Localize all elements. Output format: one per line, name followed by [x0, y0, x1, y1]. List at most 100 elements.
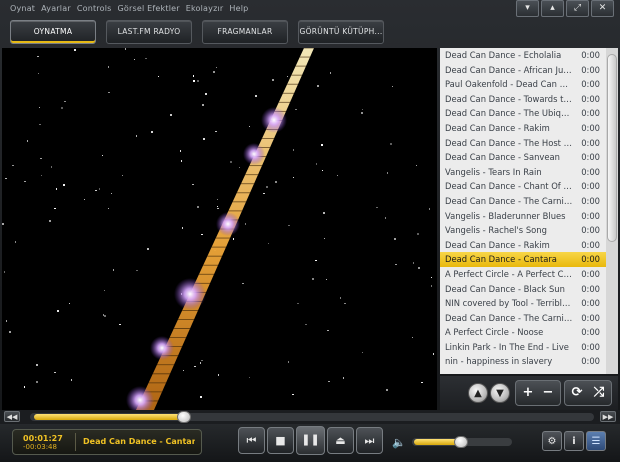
- track-duration: 0:00: [581, 152, 600, 163]
- volume-handle[interactable]: [454, 436, 469, 448]
- playlist-item[interactable]: Vangelis - Bladerunner Blues 0:00: [440, 209, 606, 224]
- track-duration: 0:00: [581, 210, 600, 221]
- track-duration: 0:00: [581, 283, 600, 294]
- track-title: A Perfect Circle - Noose: [445, 327, 544, 338]
- playlist-item[interactable]: Dead Can Dance - Rakim 0:00: [440, 238, 606, 253]
- playlist-item[interactable]: Dead Can Dance - The Ubiquitous 0:00: [440, 106, 606, 121]
- now-playing-title: Dead Can Dance - Cantara: [83, 437, 195, 446]
- menu-ekolayzir[interactable]: Ekolayzır: [186, 2, 224, 16]
- playlist-scrollbar[interactable]: [606, 48, 618, 374]
- seek-forward-button[interactable]: ▶▶: [600, 411, 616, 422]
- add-button[interactable]: +: [519, 384, 537, 402]
- track-title: Dead Can Dance - The Ubiquitous: [445, 108, 573, 119]
- playlist-item[interactable]: Vangelis - Rachel's Song 0:00: [440, 223, 606, 238]
- seek-handle[interactable]: [177, 411, 192, 423]
- settings-button[interactable]: ⚙: [542, 431, 562, 451]
- track-duration: 0:00: [581, 312, 600, 323]
- track-duration: 0:00: [581, 195, 600, 206]
- playlist-item-selected[interactable]: Dead Can Dance - Cantara 0:00: [440, 252, 606, 267]
- track-title: Vangelis - Bladerunner Blues: [445, 210, 566, 221]
- playlist-item[interactable]: Dead Can Dance - Chant Of The Paladin 0:0…: [440, 179, 606, 194]
- track-duration: 0:00: [581, 341, 600, 352]
- speaker-icon[interactable]: 🔈: [392, 436, 406, 449]
- playlist-item[interactable]: NIN covered by Tool - Terrible Lie 0:00: [440, 296, 606, 311]
- track-title: Dead Can Dance - The Carnival Is Over: [445, 195, 573, 206]
- track-duration: 0:00: [581, 50, 600, 60]
- seek-progress: [34, 414, 185, 420]
- tab-fragmanlar[interactable]: FRAGMANLAR: [202, 20, 288, 44]
- maximize-button[interactable]: ⤢: [566, 0, 589, 17]
- display-divider: [75, 433, 76, 451]
- playlist: Dead Can Dance - Echolalia 0:00 Dead Can D…: [440, 48, 606, 374]
- control-bar: 00:01:27 -00:03:48 Dead Can Dance - Cant…: [0, 424, 620, 462]
- seek-back-button[interactable]: ◀◀: [4, 411, 20, 422]
- playlist-item[interactable]: Paul Oakenfold - Dead Can Dance 0:00: [440, 77, 606, 92]
- playlist-item[interactable]: Dead Can Dance - Black Sun 0:00: [440, 282, 606, 297]
- track-duration: 0:00: [581, 122, 600, 133]
- menu-ayarlar[interactable]: Ayarlar: [41, 2, 71, 16]
- track-duration: 0:00: [581, 79, 600, 90]
- now-playing-display: 00:01:27 -00:03:48 Dead Can Dance - Cant…: [12, 429, 202, 455]
- move-down-button[interactable]: ▼: [490, 383, 510, 403]
- info-button[interactable]: i: [564, 431, 584, 451]
- track-title: Vangelis - Tears In Rain: [445, 166, 542, 177]
- track-title: Dead Can Dance - Sanvean: [445, 152, 560, 163]
- playlist-item[interactable]: Vangelis - Tears In Rain 0:00: [440, 165, 606, 180]
- playlist-item[interactable]: nin - happiness in slavery 0:00: [440, 354, 606, 369]
- pause-button[interactable]: ❚❚: [296, 426, 325, 455]
- track-duration: 0:00: [581, 268, 600, 279]
- close-button[interactable]: ✕: [591, 0, 614, 17]
- scrollbar-thumb[interactable]: [607, 54, 617, 242]
- media-player-window: Oynat Ayarlar Controls Görsel Efektler E…: [0, 0, 620, 462]
- track-duration: 0:00: [581, 93, 600, 104]
- elapsed-time: 00:01:27: [23, 434, 63, 443]
- stop-button[interactable]: ■: [267, 427, 294, 454]
- track-title: Dead Can Dance - Echolalia: [445, 50, 562, 60]
- tab-bar: OYNATMA LAST.FM RADYO FRAGMANLAR GÖRÜNTÜ…: [10, 20, 384, 44]
- playlist-item[interactable]: Dead Can Dance - Echolalia 0:00: [440, 48, 606, 63]
- add-remove-group: + −: [515, 380, 561, 406]
- playlist-item[interactable]: Linkin Park - In The End - Live 0:00: [440, 340, 606, 355]
- track-title: Linkin Park - In The End - Live: [445, 341, 569, 352]
- track-title: A Perfect Circle - A Perfect Circle: [445, 268, 573, 279]
- move-up-button[interactable]: ▲: [468, 383, 488, 403]
- previous-button[interactable]: ⏮: [238, 427, 265, 454]
- playlist-item[interactable]: Dead Can Dance - Rakim 0:00: [440, 121, 606, 136]
- seek-bar[interactable]: [30, 411, 594, 423]
- menu-oynat[interactable]: Oynat: [10, 2, 35, 16]
- playlist-item[interactable]: Dead Can Dance - The Carnival Is Over 0:0…: [440, 311, 606, 326]
- visualization-beam: [126, 48, 314, 410]
- next-button[interactable]: ⏭: [356, 427, 383, 454]
- playlist-item[interactable]: Dead Can Dance - Towards the Within 0:00: [440, 92, 606, 107]
- tab-goruntu-kutuphanesi[interactable]: GÖRÜNTÜ KÜTÜPH...: [298, 20, 384, 44]
- tab-lastfm-radyo[interactable]: LAST.FM RADYO: [106, 20, 192, 44]
- eject-button[interactable]: ⏏: [327, 427, 354, 454]
- track-title: Dead Can Dance - The Host of Seraphim: [445, 137, 573, 148]
- minimize-button[interactable]: ▴: [541, 0, 564, 17]
- playlist-toggle-button[interactable]: ☰: [586, 431, 606, 451]
- shuffle-button[interactable]: ⤮: [590, 384, 608, 402]
- visualization-area[interactable]: [2, 48, 437, 410]
- track-title: Dead Can Dance - Rakim: [445, 239, 550, 250]
- playlist-item[interactable]: Dead Can Dance - African Jungle 0:00: [440, 63, 606, 78]
- playlist-item[interactable]: Dead Can Dance - Sanvean 0:00: [440, 150, 606, 165]
- menu-help[interactable]: Help: [229, 2, 248, 16]
- tab-oynatma[interactable]: OYNATMA: [10, 20, 96, 44]
- track-title: Dead Can Dance - The Carnival Is Over: [445, 312, 573, 323]
- playlist-item[interactable]: Dead Can Dance - The Host of Seraphim 0:0…: [440, 136, 606, 151]
- playlist-item[interactable]: A Perfect Circle - A Perfect Circle 0:00: [440, 267, 606, 282]
- repeat-button[interactable]: ⟳: [568, 384, 586, 402]
- track-duration: 0:00: [581, 181, 600, 192]
- track-duration: 0:00: [581, 225, 600, 236]
- volume-slider[interactable]: [412, 436, 512, 448]
- window-controls: ▾ ▴ ⤢ ✕: [516, 0, 614, 17]
- menu-gorsel-efektler[interactable]: Görsel Efektler: [118, 2, 180, 16]
- playlist-item[interactable]: A Perfect Circle - Noose 0:00: [440, 325, 606, 340]
- track-duration: 0:00: [581, 298, 600, 309]
- playlist-item[interactable]: Dead Can Dance - The Carnival Is Over 0:0…: [440, 194, 606, 209]
- menu-dropdown-button[interactable]: ▾: [516, 0, 539, 17]
- remaining-time: -00:03:48: [23, 443, 57, 451]
- menu-controls[interactable]: Controls: [77, 2, 112, 16]
- track-duration: 0:00: [581, 137, 600, 148]
- remove-button[interactable]: −: [539, 384, 557, 402]
